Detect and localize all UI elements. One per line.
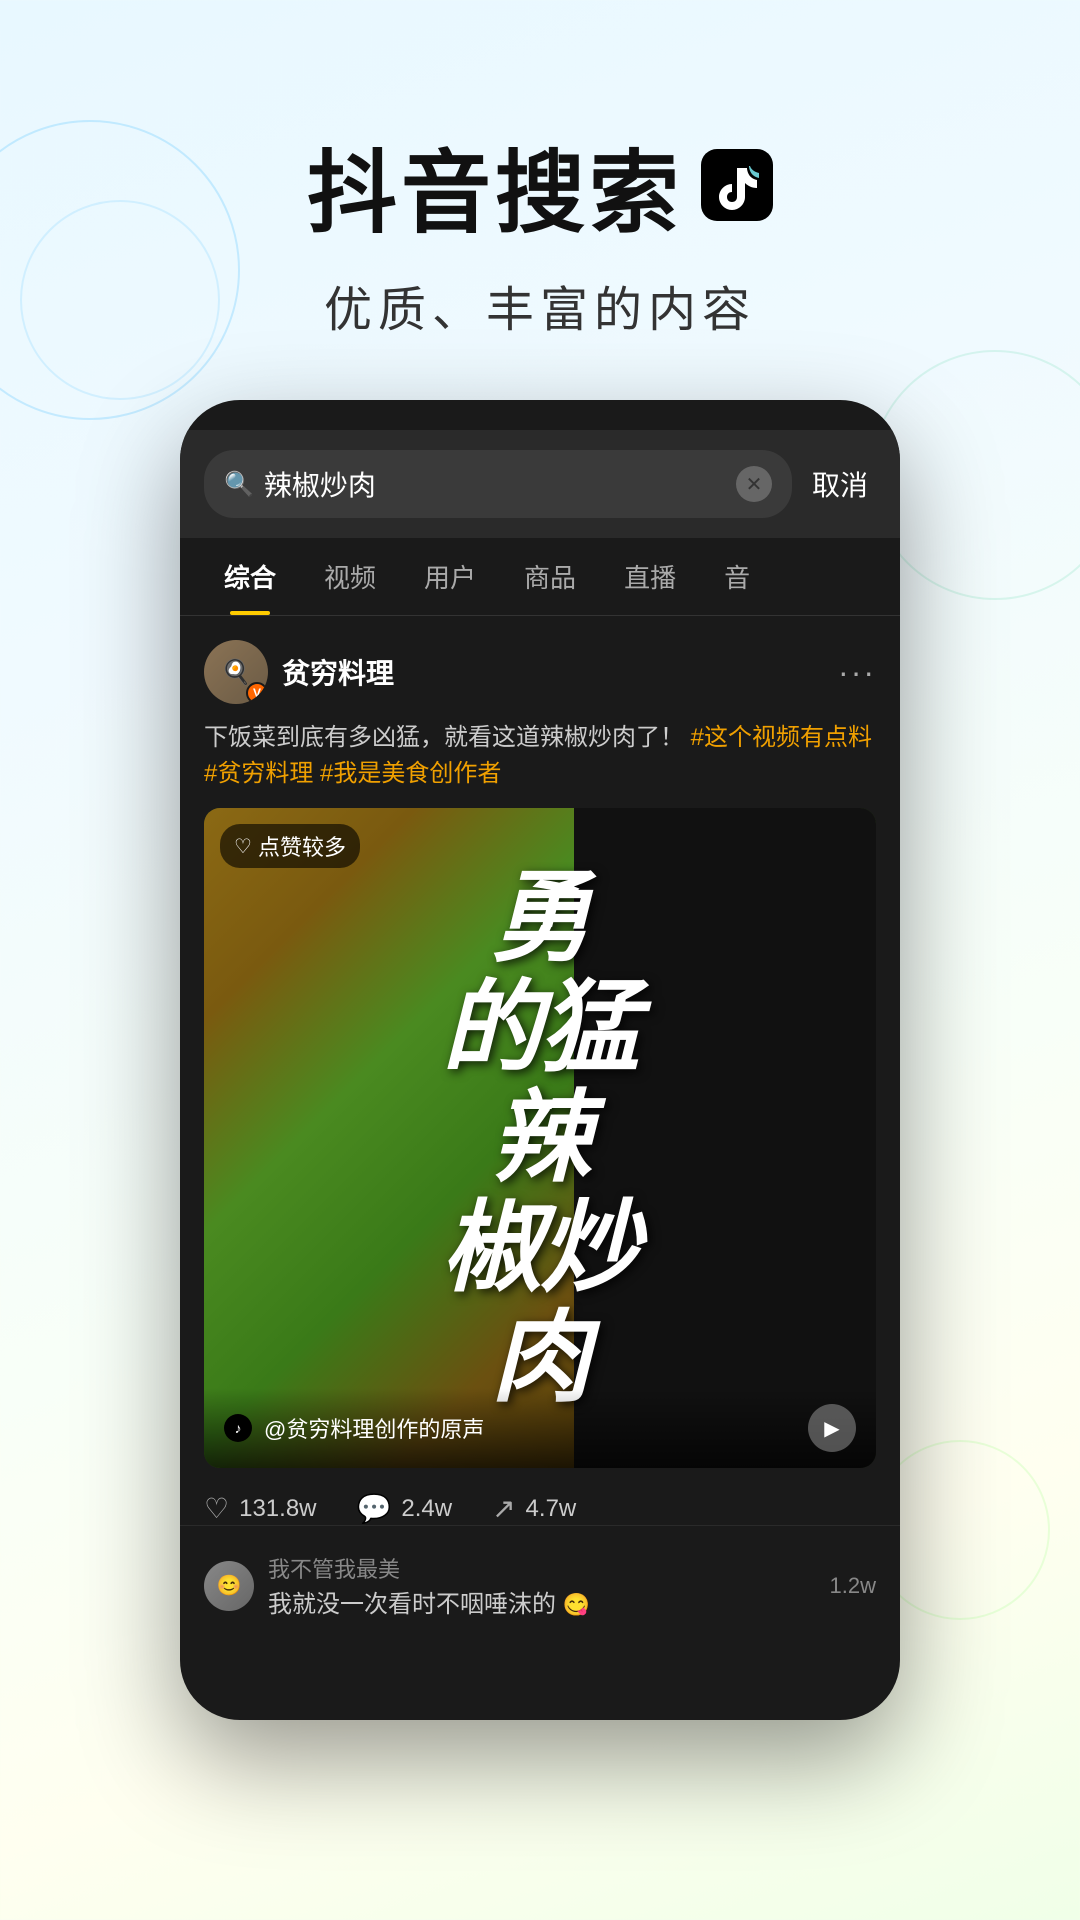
like-badge: ♡ 点赞较多	[220, 824, 360, 868]
comment-username: 我不管我最美	[268, 1552, 816, 1584]
comments-stat[interactable]: 💬 2.4w	[357, 1492, 453, 1525]
video-container[interactable]: ♡ 点赞较多 勇的猛辣椒炒肉 ♪ @贫穷料理创作的原声 ▶	[204, 808, 876, 1468]
comment-content: 我就没一次看时不咽唾沫的 😋	[268, 1584, 816, 1619]
search-cancel-button[interactable]: 取消	[804, 464, 876, 504]
search-input-area[interactable]: 🔍 辣椒炒肉 ✕	[204, 450, 792, 518]
search-bar: 🔍 辣椒炒肉 ✕ 取消	[180, 430, 900, 538]
stats-bar: ♡ 131.8w 💬 2.4w ↗ 4.7w	[180, 1492, 900, 1525]
comment-avatar: 😊	[204, 1561, 254, 1611]
shares-stat[interactable]: ↗ 4.7w	[492, 1492, 576, 1525]
more-options-button[interactable]: ···	[838, 654, 876, 691]
tab-音乐[interactable]: 音	[700, 538, 774, 615]
tab-综合[interactable]: 综合	[200, 538, 300, 615]
phone-frame: 🔍 辣椒炒肉 ✕ 取消 综合 视频 用户 商品 直播 音 🍳	[180, 400, 900, 1720]
tab-商品[interactable]: 商品	[500, 538, 600, 615]
subtitle: 优质、丰富的内容	[0, 270, 1080, 340]
video-big-text: 勇的猛辣椒炒肉	[204, 863, 876, 1413]
post-author: 🍳 V 贫穷料理	[204, 640, 394, 704]
shares-count: 4.7w	[526, 1495, 577, 1523]
likes-stat[interactable]: ♡ 131.8w	[204, 1492, 317, 1525]
heart-stat-icon: ♡	[204, 1492, 229, 1525]
play-button[interactable]: ▶	[808, 1404, 856, 1452]
tiktok-logo	[701, 149, 773, 221]
author-avatar: 🍳 V	[204, 640, 268, 704]
phone-wrapper: 🔍 辣椒炒肉 ✕ 取消 综合 视频 用户 商品 直播 音 🍳	[0, 400, 1080, 1720]
hashtag-3[interactable]: #我是美食创作者	[320, 760, 501, 787]
verified-badge: V	[246, 682, 268, 704]
comment-stat-icon: 💬	[357, 1492, 392, 1525]
tab-视频[interactable]: 视频	[300, 538, 400, 615]
hashtag-1[interactable]: #这个视频有点料	[691, 724, 872, 751]
content-area: 🍳 V 贫穷料理 ··· 下饭菜到底有多凶猛，就看这道辣椒炒肉了！ #这个视频有…	[180, 616, 900, 1492]
likes-count: 131.8w	[239, 1495, 316, 1523]
search-query-text: 辣椒炒肉	[264, 464, 726, 504]
video-source-text: @贫穷料理创作的原声	[264, 1412, 796, 1444]
comment-likes[interactable]: 1.2w	[830, 1573, 876, 1599]
tab-直播[interactable]: 直播	[600, 538, 700, 615]
share-stat-icon: ↗	[492, 1492, 515, 1525]
title-text: 抖音搜索	[307, 120, 683, 250]
video-text-overlay: 勇的猛辣椒炒肉	[204, 863, 876, 1413]
tiktok-small-icon: ♪	[224, 1414, 252, 1442]
video-bottom-bar: ♪ @贫穷料理创作的原声 ▶	[204, 1388, 876, 1468]
main-title: 抖音搜索	[0, 120, 1080, 250]
like-badge-text: 点赞较多	[258, 830, 346, 862]
comment-text: 我就没一次看时不咽唾沫的	[268, 1591, 556, 1618]
comments-count: 2.4w	[401, 1495, 452, 1523]
post-text: 下饭菜到底有多凶猛，就看这道辣椒炒肉了！ #这个视频有点料 #贫穷料理 #我是美…	[204, 720, 876, 792]
comment-emoji: 😋	[563, 1592, 590, 1617]
header-section: 抖音搜索 优质、丰富的内容	[0, 0, 1080, 340]
search-clear-button[interactable]: ✕	[736, 466, 772, 502]
heart-icon: ♡	[234, 834, 252, 859]
author-name[interactable]: 贫穷料理	[282, 652, 394, 692]
post-main-text: 下饭菜到底有多凶猛，就看这道辣椒炒肉了！	[204, 724, 684, 751]
comment-text-area: 我不管我最美 我就没一次看时不咽唾沫的 😋	[268, 1552, 816, 1619]
tab-用户[interactable]: 用户	[400, 538, 500, 615]
tabs-bar: 综合 视频 用户 商品 直播 音	[180, 538, 900, 616]
hashtag-2[interactable]: #贫穷料理	[204, 760, 320, 787]
comment-section: 😊 我不管我最美 我就没一次看时不咽唾沫的 😋 1.2w	[180, 1525, 900, 1645]
comment-item: 😊 我不管我最美 我就没一次看时不咽唾沫的 😋 1.2w	[204, 1542, 876, 1629]
search-icon: 🔍	[224, 470, 254, 499]
post-header: 🍳 V 贫穷料理 ···	[204, 640, 876, 704]
